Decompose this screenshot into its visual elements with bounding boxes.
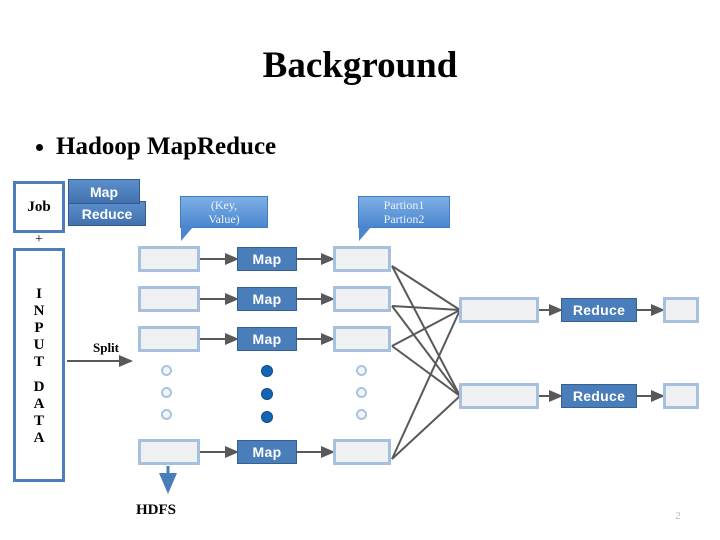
ellipsis-dot-icon bbox=[261, 411, 273, 423]
callout-key-value-tail bbox=[181, 227, 199, 241]
input-letter: D bbox=[33, 378, 45, 395]
reduce-input-box bbox=[459, 297, 539, 323]
ellipsis-dot-icon bbox=[356, 365, 367, 376]
chip-reduce: Reduce bbox=[68, 201, 146, 226]
reduce-box: Reduce bbox=[561, 298, 637, 322]
callout-line-1: Partion1 bbox=[383, 198, 425, 212]
ellipsis-dot-icon bbox=[161, 387, 172, 398]
mapreduce-diagram: Job + I N P U T D A T A Reduce Map (Key,… bbox=[0, 0, 720, 540]
map-ellipsis bbox=[261, 365, 273, 423]
ellipsis-dot-icon bbox=[161, 365, 172, 376]
input-letter: P bbox=[34, 319, 44, 336]
reduce-output-box bbox=[663, 383, 699, 409]
ellipsis-dot-icon bbox=[261, 388, 273, 400]
slide-canvas: Background Hadoop MapReduce Job + I N P … bbox=[0, 0, 720, 540]
callout-line-2: Value) bbox=[208, 212, 240, 226]
partition-box bbox=[333, 326, 391, 352]
map-box: Map bbox=[237, 440, 297, 464]
plus-sign: + bbox=[35, 232, 43, 247]
callout-line-1: (Key, bbox=[210, 198, 238, 212]
ellipsis-dot-icon bbox=[161, 409, 172, 420]
split-ellipsis bbox=[161, 365, 172, 420]
input-letter: U bbox=[33, 336, 45, 353]
partition-ellipsis bbox=[356, 365, 367, 420]
callout-partitions-tail bbox=[359, 227, 377, 241]
job-box: Job bbox=[13, 181, 65, 233]
reduce-output-box bbox=[663, 297, 699, 323]
chip-map: Map bbox=[68, 179, 140, 204]
input-letter: A bbox=[33, 395, 45, 412]
input-letter: T bbox=[33, 353, 44, 370]
ellipsis-dot-icon bbox=[356, 387, 367, 398]
ellipsis-dot-icon bbox=[261, 365, 273, 377]
split-box bbox=[138, 439, 200, 465]
split-box bbox=[138, 246, 200, 272]
reduce-input-box bbox=[459, 383, 539, 409]
ellipsis-dot-icon bbox=[356, 409, 367, 420]
hdfs-label: HDFS bbox=[136, 501, 177, 518]
split-box bbox=[138, 326, 200, 352]
map-box: Map bbox=[237, 247, 297, 271]
page-number: 2 bbox=[675, 510, 681, 522]
callout-line-2: Partion2 bbox=[383, 212, 425, 226]
callout-partitions: Partion1 Partion2 bbox=[358, 196, 450, 228]
input-letter: A bbox=[33, 429, 45, 446]
split-box bbox=[138, 286, 200, 312]
partition-box bbox=[333, 246, 391, 272]
map-box: Map bbox=[237, 287, 297, 311]
input-letter: N bbox=[33, 302, 45, 319]
input-letter: I bbox=[36, 285, 42, 302]
input-letter: T bbox=[33, 412, 44, 429]
input-data-box: I N P U T D A T A bbox=[13, 248, 65, 482]
split-label: Split bbox=[92, 340, 119, 355]
map-box: Map bbox=[237, 327, 297, 351]
callout-key-value: (Key, Value) bbox=[180, 196, 268, 228]
partition-box bbox=[333, 286, 391, 312]
partition-box bbox=[333, 439, 391, 465]
reduce-box: Reduce bbox=[561, 384, 637, 408]
